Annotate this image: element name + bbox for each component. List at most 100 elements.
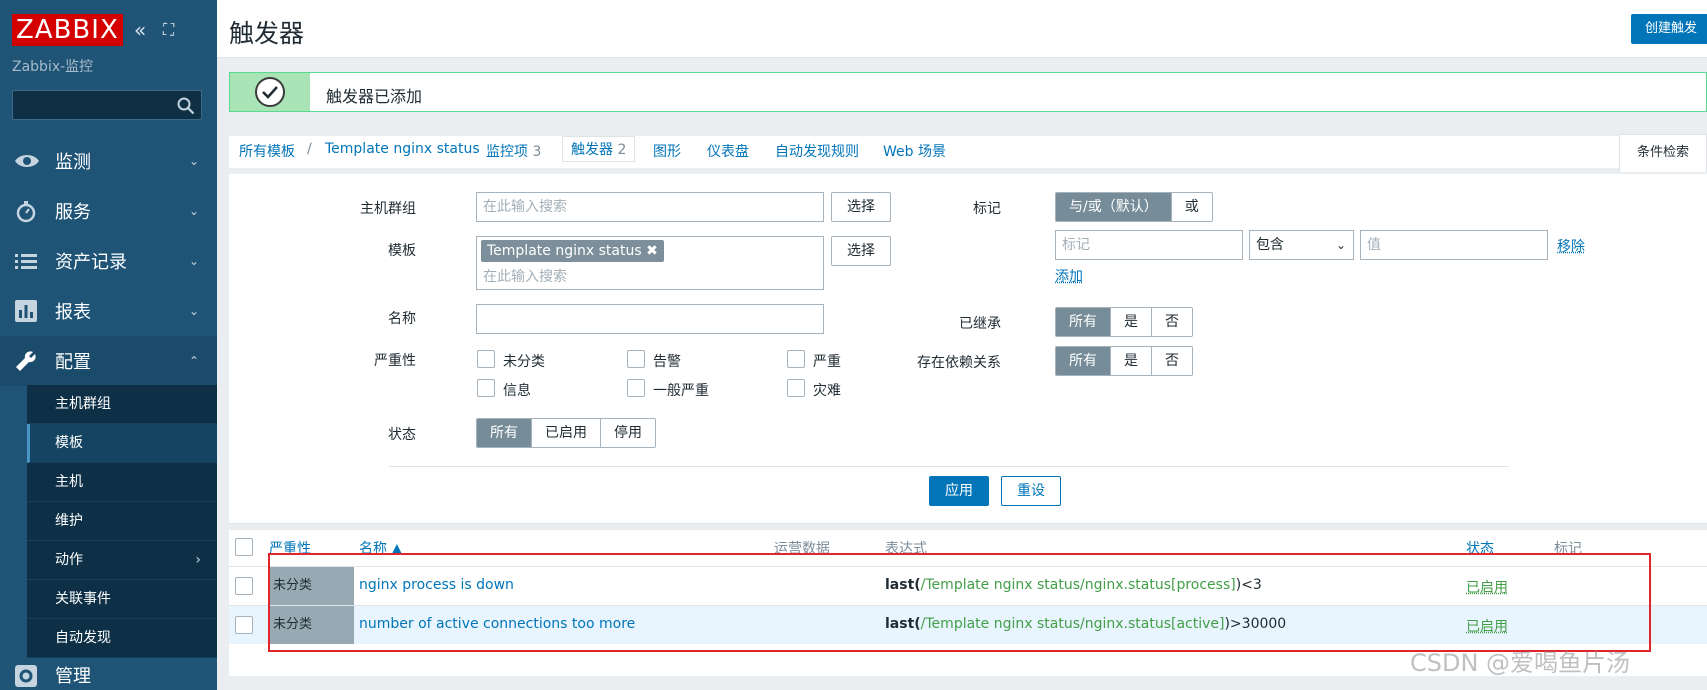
chevron-right-icon: › [195, 552, 201, 568]
apply-button[interactable]: 应用 [929, 476, 989, 506]
submenu-discovery[interactable]: 自动发现 [27, 619, 217, 658]
menu-inventory[interactable]: 资产记录 ⌄ [0, 236, 217, 286]
state-disabled-option[interactable]: 停用 [601, 419, 655, 447]
chevron-down-icon: ⌄ [188, 254, 199, 268]
zabbix-logo[interactable]: ZABBIX [12, 14, 123, 46]
name-label: 名称 [388, 311, 416, 327]
server-name: Zabbix-监控 [12, 59, 94, 75]
submenu-host-groups[interactable]: 主机群组 [27, 385, 217, 424]
inherited-yes-option[interactable]: 是 [1111, 308, 1152, 336]
tags-label: 标记 [973, 201, 1001, 217]
menu-reports[interactable]: 报表 ⌄ [0, 286, 217, 336]
eye-icon [14, 149, 39, 173]
breadcrumb-separator: / [307, 141, 312, 157]
host-group-label: 主机群组 [360, 201, 416, 217]
state-enabled-option[interactable]: 已启用 [532, 419, 601, 447]
menu-label: 配置 [55, 352, 91, 373]
tab-graphs[interactable]: 图形 [653, 141, 681, 161]
submenu-templates[interactable]: 模板 [27, 424, 217, 463]
remove-chip-icon[interactable]: ✖ [646, 243, 658, 259]
severity-not-classified-checkbox[interactable] [477, 350, 495, 368]
success-message: 触发器已添加 [229, 72, 1707, 112]
submenu-label: 动作 [55, 552, 83, 568]
tags-mode-toggle: 与/或（默认） 或 [1055, 192, 1213, 222]
inherited-toggle: 所有 是 否 [1055, 307, 1193, 337]
menu-label: 报表 [55, 302, 91, 323]
collapse-sidebar-icon[interactable]: « [134, 18, 146, 42]
menu-label: 监测 [55, 152, 91, 173]
filter-divider [389, 466, 1509, 467]
tab-items[interactable]: 监控项 3 [486, 141, 541, 161]
state-all-option[interactable]: 所有 [477, 419, 532, 447]
create-trigger-button[interactable]: 创建触发 [1631, 14, 1707, 44]
tab-dashboards[interactable]: 仪表盘 [707, 141, 749, 161]
stopwatch-icon [14, 199, 38, 223]
tag-name-input[interactable]: 标记 [1055, 230, 1243, 260]
tags-and-or-option[interactable]: 与/或（默认） [1056, 193, 1172, 221]
severity-information-checkbox[interactable] [477, 379, 495, 397]
inherited-no-option[interactable]: 否 [1152, 308, 1192, 336]
submenu-maintenance[interactable]: 维护 [27, 502, 217, 541]
menu-services[interactable]: 服务 ⌄ [0, 186, 217, 236]
severity-option-label: 一般严重 [653, 383, 709, 399]
menu-monitoring[interactable]: 监测 ⌄ [0, 136, 217, 186]
severity-warning-checkbox[interactable] [627, 350, 645, 368]
highlight-box [268, 553, 1651, 652]
severity-option-label: 信息 [503, 383, 531, 399]
filter-panel: 主机群组 在此输入搜索 选择 模板 Template nginx status … [229, 174, 1707, 524]
template-multiselect[interactable]: Template nginx status ✖ 在此输入搜索 [476, 236, 824, 290]
dependencies-no-option[interactable]: 否 [1152, 347, 1192, 375]
tab-discovery-rules[interactable]: 自动发现规则 [775, 141, 859, 161]
menu-administration[interactable]: 管理 [0, 658, 217, 690]
submenu-actions[interactable]: 动作 › [27, 541, 217, 580]
row-checkbox[interactable] [235, 616, 253, 634]
host-group-input[interactable]: 在此输入搜索 [476, 192, 824, 222]
breadcrumb-all-templates[interactable]: 所有模板 [239, 141, 295, 161]
row-checkbox[interactable] [235, 577, 253, 595]
search-icon[interactable] [177, 97, 195, 115]
state-label: 状态 [388, 427, 416, 443]
select-all-checkbox[interactable] [235, 538, 253, 556]
wrench-icon [14, 349, 38, 373]
tab-label: 监控项 [486, 144, 528, 160]
tags-or-option[interactable]: 或 [1171, 193, 1212, 221]
tag-value-input[interactable]: 值 [1360, 230, 1548, 260]
severity-disaster-checkbox[interactable] [787, 379, 805, 397]
inherited-label: 已继承 [959, 316, 1001, 332]
tab-label: 触发器 [571, 142, 613, 158]
dependencies-all-option[interactable]: 所有 [1056, 347, 1111, 375]
name-input[interactable] [476, 304, 824, 334]
menu-configuration[interactable]: 配置 ⌃ [0, 336, 217, 386]
checkmark-icon [255, 77, 285, 107]
submenu-event-correlation[interactable]: 关联事件 [27, 580, 217, 619]
state-toggle: 所有 已启用 停用 [476, 418, 656, 448]
submenu-hosts[interactable]: 主机 [27, 463, 217, 502]
severity-option-label: 灾难 [813, 383, 841, 399]
severity-high-checkbox[interactable] [787, 350, 805, 368]
template-search-placeholder[interactable]: 在此输入搜索 [483, 263, 567, 291]
dependencies-yes-option[interactable]: 是 [1111, 347, 1152, 375]
chevron-down-icon: ⌄ [1335, 238, 1346, 252]
sidebar-search-input[interactable] [12, 90, 202, 120]
chevron-down-icon: ⌄ [188, 204, 199, 218]
message-text: 触发器已添加 [326, 87, 423, 106]
inherited-all-option[interactable]: 所有 [1056, 308, 1111, 336]
tab-web-scenarios[interactable]: Web 场景 [883, 141, 946, 161]
remove-tag-link[interactable]: 移除 [1557, 236, 1585, 256]
compact-view-icon[interactable]: ⛶ [163, 20, 174, 40]
breadcrumb-template[interactable]: Template nginx status [325, 141, 480, 157]
severity-average-checkbox[interactable] [627, 379, 645, 397]
bar-chart-icon [14, 299, 38, 323]
severity-label: 严重性 [374, 353, 416, 369]
watermark: CSDN @爱喝鱼片汤 [1410, 649, 1631, 677]
tab-triggers[interactable]: 触发器 2 [562, 136, 636, 162]
severity-option-label: 告警 [653, 354, 681, 370]
template-label: 模板 [388, 243, 416, 259]
add-tag-link[interactable]: 添加 [1055, 266, 1083, 286]
reset-button[interactable]: 重设 [1001, 476, 1061, 506]
filter-tab[interactable]: 条件检索 [1619, 134, 1707, 172]
tag-operator-select[interactable]: 包含 ⌄ [1249, 230, 1354, 260]
tab-count: 3 [532, 144, 542, 160]
gear-icon [14, 664, 38, 688]
template-select-button[interactable]: 选择 [831, 236, 891, 266]
